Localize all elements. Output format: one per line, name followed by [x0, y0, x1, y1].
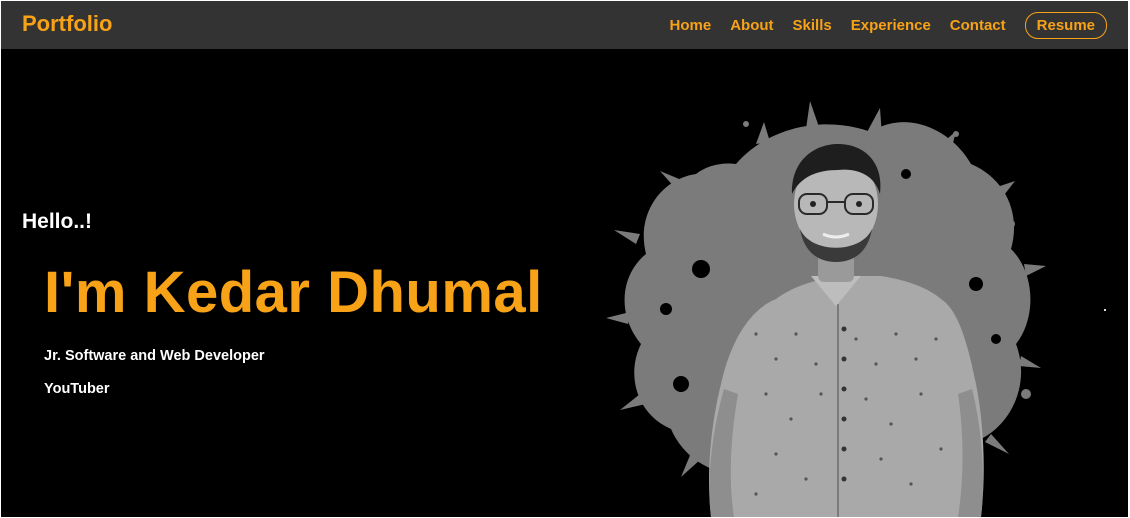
- navbar: Portfolio Home About Skills Experience C…: [1, 1, 1128, 49]
- nav-link-experience[interactable]: Experience: [851, 17, 931, 34]
- hero-role-youtuber: YouTuber: [44, 381, 110, 397]
- page-frame: Portfolio Home About Skills Experience C…: [1, 1, 1128, 517]
- resume-button[interactable]: Resume: [1024, 12, 1107, 39]
- hero-section: Hello..! I'm Kedar Dhumal Jr. Software a…: [1, 49, 1128, 517]
- hero-role-developer: Jr. Software and Web Developer: [44, 348, 265, 364]
- brand-logo[interactable]: Portfolio: [22, 11, 112, 37]
- nav-link-home[interactable]: Home: [670, 17, 712, 34]
- decorative-dot: [1104, 309, 1106, 311]
- profile-photo: [606, 101, 1046, 517]
- nav-link-about[interactable]: About: [730, 17, 773, 34]
- hero-greeting: Hello..!: [22, 210, 93, 233]
- nav-link-contact[interactable]: Contact: [950, 17, 1006, 34]
- nav-link-skills[interactable]: Skills: [793, 17, 832, 34]
- nav-links: Home About Skills Experience Contact Res…: [651, 12, 1107, 39]
- hero-name: I'm Kedar Dhumal: [44, 260, 543, 325]
